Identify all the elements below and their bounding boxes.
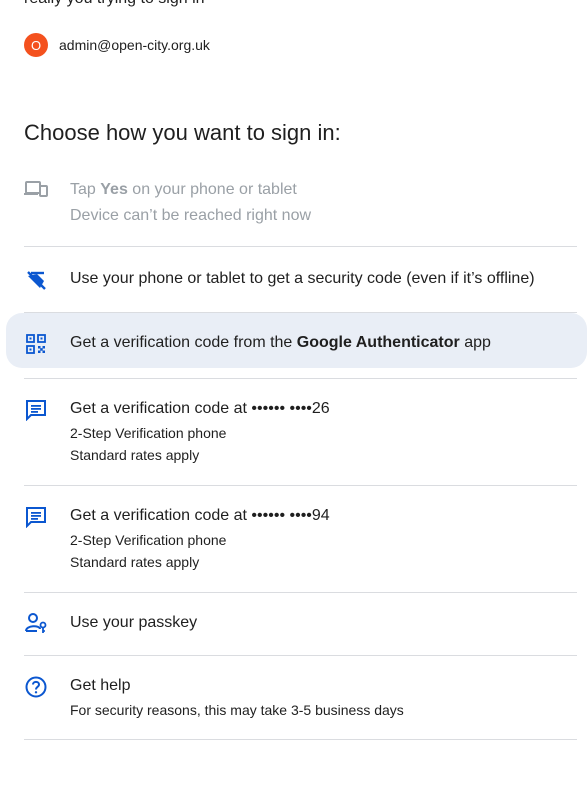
option-subtitle: For security reasons, this may take 3-5 …: [70, 702, 404, 718]
option-title: Get a verification code at •••••• ••••94: [70, 507, 330, 524]
page-title: Choose how you want to sign in:: [24, 120, 341, 145]
partial-top-text: really you trying to sign in: [24, 0, 205, 10]
option-subtitle: Device can’t be reached right now: [70, 207, 312, 224]
message-icon: [24, 398, 48, 422]
option-passkey[interactable]: Use your passkey: [24, 593, 577, 656]
option-title-bold: Google Authenticator: [296, 334, 460, 351]
message-icon: [24, 505, 48, 529]
qr-code-icon: [24, 332, 48, 356]
option-title-post: app: [459, 334, 491, 351]
avatar: O: [24, 33, 48, 57]
option-sms-code-26[interactable]: Get a verification code at •••••• ••••26…: [24, 379, 577, 486]
option-get-help[interactable]: Get help For security reasons, this may …: [24, 656, 577, 740]
option-title-pre: Get a verification code from the: [70, 334, 297, 351]
option-title: Use your phone or tablet to get a securi…: [70, 270, 535, 287]
account-chip[interactable]: O admin@open-city.org.uk: [24, 33, 210, 57]
option-title-pre: Tap: [70, 181, 101, 198]
option-title-bold: Yes: [100, 181, 128, 198]
account-email: admin@open-city.org.uk: [59, 37, 210, 53]
option-title: Get a verification code at •••••• ••••26: [70, 400, 330, 417]
option-title: Get help: [70, 677, 131, 694]
passkey-icon: [24, 611, 48, 635]
option-subtitle-2: Standard rates apply: [70, 554, 200, 570]
option-sms-code-94[interactable]: Get a verification code at •••••• ••••94…: [24, 486, 577, 593]
help-icon: [24, 675, 48, 699]
phonelink-off-icon: [24, 268, 48, 292]
devices-icon: [24, 177, 48, 201]
option-tap-yes: Tap Yes on your phone or tablet Device c…: [24, 163, 577, 247]
sign-in-page: really you trying to sign in O admin@ope…: [0, 0, 587, 800]
option-title: Use your passkey: [70, 614, 198, 631]
option-security-code[interactable]: Use your phone or tablet to get a securi…: [24, 247, 577, 313]
option-subtitle: 2-Step Verification phone: [70, 425, 227, 441]
option-title-post: on your phone or tablet: [127, 181, 297, 198]
option-subtitle-2: Standard rates apply: [70, 447, 200, 463]
option-google-authenticator[interactable]: Get a verification code from the Google …: [6, 313, 587, 379]
option-subtitle: 2-Step Verification phone: [70, 532, 227, 548]
sign-in-options-list: Tap Yes on your phone or tablet Device c…: [0, 163, 587, 740]
